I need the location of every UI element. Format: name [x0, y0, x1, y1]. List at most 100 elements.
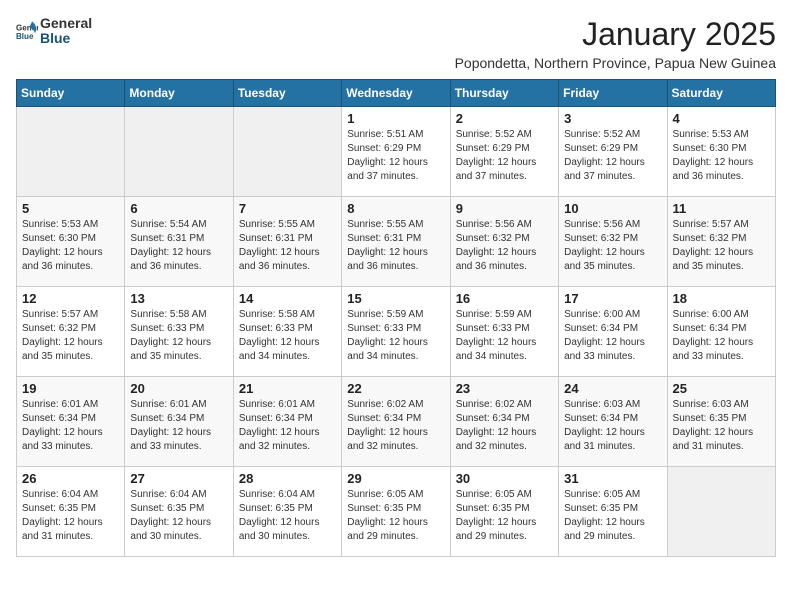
header-sunday: Sunday [17, 80, 125, 107]
day-info-line: and 30 minutes. [239, 530, 336, 544]
day-info-line: Sunset: 6:33 PM [130, 322, 227, 336]
day-info-line: Sunset: 6:32 PM [564, 232, 661, 246]
day-info-line: Daylight: 12 hours [456, 246, 553, 260]
day-info-line: Sunset: 6:33 PM [347, 322, 444, 336]
day-cell: 14Sunrise: 5:58 AMSunset: 6:33 PMDayligh… [233, 287, 341, 377]
day-number: 31 [564, 471, 661, 486]
day-cell [667, 467, 775, 557]
day-number: 28 [239, 471, 336, 486]
day-info-line: Sunrise: 5:54 AM [130, 218, 227, 232]
day-cell: 27Sunrise: 6:04 AMSunset: 6:35 PMDayligh… [125, 467, 233, 557]
day-info-line: and 36 minutes. [673, 170, 770, 184]
day-number: 2 [456, 111, 553, 126]
day-info-line: Sunrise: 5:52 AM [564, 128, 661, 142]
day-cell [233, 107, 341, 197]
day-info-line: Sunset: 6:33 PM [239, 322, 336, 336]
day-number: 17 [564, 291, 661, 306]
day-info-line: Daylight: 12 hours [239, 246, 336, 260]
day-number: 26 [22, 471, 119, 486]
day-info-line: and 33 minutes. [22, 440, 119, 454]
day-cell: 8Sunrise: 5:55 AMSunset: 6:31 PMDaylight… [342, 197, 450, 287]
day-info-line: Daylight: 12 hours [456, 426, 553, 440]
day-info-line: Sunrise: 5:56 AM [456, 218, 553, 232]
day-cell: 31 Sunrise: 6:05 AMSunset: 6:35 PMDayligh… [559, 467, 667, 557]
day-info-line: Daylight: 12 hours [673, 156, 770, 170]
week-row-5: 26Sunrise: 6:04 AMSunset: 6:35 PMDayligh… [17, 467, 776, 557]
day-cell: 15Sunrise: 5:59 AMSunset: 6:33 PMDayligh… [342, 287, 450, 377]
day-cell: 3Sunrise: 5:52 AMSunset: 6:29 PMDaylight… [559, 107, 667, 197]
day-info-line: Daylight: 12 hours [130, 426, 227, 440]
calendar-table: SundayMondayTuesdayWednesdayThursdayFrid… [16, 79, 776, 557]
day-info-line: Sunset: 6:29 PM [564, 142, 661, 156]
day-info-line: Sunrise: 6:05 AM [347, 488, 444, 502]
day-info-line: Daylight: 12 hours [22, 336, 119, 350]
day-cell: 1Sunrise: 5:51 AMSunset: 6:29 PMDaylight… [342, 107, 450, 197]
day-info-line: and 33 minutes. [564, 350, 661, 364]
day-number: 18 [673, 291, 770, 306]
day-number: 3 [564, 111, 661, 126]
day-info-line: Sunset: 6:30 PM [22, 232, 119, 246]
day-number: 22 [347, 381, 444, 396]
day-info-line: and 32 minutes. [347, 440, 444, 454]
day-info-line: Sunrise: 6:05 AM [564, 488, 661, 502]
day-info-line: Daylight: 12 hours [564, 516, 661, 530]
day-info-line: and 36 minutes. [239, 260, 336, 274]
day-cell [17, 107, 125, 197]
day-number: 15 [347, 291, 444, 306]
day-info-line: Sunrise: 5:51 AM [347, 128, 444, 142]
day-info-line: Sunrise: 5:59 AM [347, 308, 444, 322]
week-row-4: 19Sunrise: 6:01 AMSunset: 6:34 PMDayligh… [17, 377, 776, 467]
day-info-line: Daylight: 12 hours [456, 516, 553, 530]
day-info-line: Daylight: 12 hours [22, 246, 119, 260]
day-cell: 28Sunrise: 6:04 AMSunset: 6:35 PMDayligh… [233, 467, 341, 557]
day-number: 24 [564, 381, 661, 396]
day-info-line: Sunrise: 6:00 AM [564, 308, 661, 322]
day-number: 9 [456, 201, 553, 216]
day-number: 14 [239, 291, 336, 306]
day-info-line: Sunset: 6:32 PM [673, 232, 770, 246]
day-number: 30 [456, 471, 553, 486]
day-info-line: Sunset: 6:35 PM [130, 502, 227, 516]
day-info-line: Sunset: 6:35 PM [347, 502, 444, 516]
header-wednesday: Wednesday [342, 80, 450, 107]
day-info-line: Daylight: 12 hours [130, 246, 227, 260]
day-info-line: and 35 minutes. [564, 260, 661, 274]
day-info-line: Daylight: 12 hours [22, 426, 119, 440]
day-number: 21 [239, 381, 336, 396]
week-row-1: 1Sunrise: 5:51 AMSunset: 6:29 PMDaylight… [17, 107, 776, 197]
title-block: January 2025 Popondetta, Northern Provin… [455, 16, 776, 71]
day-info-line: Sunrise: 5:56 AM [564, 218, 661, 232]
day-info-line: Sunrise: 6:04 AM [239, 488, 336, 502]
calendar-header-row: SundayMondayTuesdayWednesdayThursdayFrid… [17, 80, 776, 107]
day-number: 5 [22, 201, 119, 216]
day-cell: 20Sunrise: 6:01 AMSunset: 6:34 PMDayligh… [125, 377, 233, 467]
day-info-line: and 31 minutes. [673, 440, 770, 454]
day-info-line: Sunrise: 5:59 AM [456, 308, 553, 322]
day-info-line: Sunrise: 6:01 AM [22, 398, 119, 412]
day-info-line: Sunset: 6:35 PM [564, 502, 661, 516]
header-friday: Friday [559, 80, 667, 107]
day-info-line: Sunrise: 6:04 AM [22, 488, 119, 502]
day-info-line: and 37 minutes. [347, 170, 444, 184]
day-info-line: and 36 minutes. [130, 260, 227, 274]
day-cell: 2Sunrise: 5:52 AMSunset: 6:29 PMDaylight… [450, 107, 558, 197]
day-cell: 22Sunrise: 6:02 AMSunset: 6:34 PMDayligh… [342, 377, 450, 467]
week-row-2: 5Sunrise: 5:53 AMSunset: 6:30 PMDaylight… [17, 197, 776, 287]
day-info-line: Sunset: 6:31 PM [347, 232, 444, 246]
day-info-line: Sunrise: 5:57 AM [673, 218, 770, 232]
day-number: 20 [130, 381, 227, 396]
day-info-line: and 31 minutes. [564, 440, 661, 454]
header-tuesday: Tuesday [233, 80, 341, 107]
day-number: 13 [130, 291, 227, 306]
day-info-line: Sunrise: 5:58 AM [239, 308, 336, 322]
day-info-line: Daylight: 12 hours [564, 426, 661, 440]
day-info-line: and 31 minutes. [22, 530, 119, 544]
day-info-line: and 29 minutes. [347, 530, 444, 544]
header-monday: Monday [125, 80, 233, 107]
day-info-line: Daylight: 12 hours [347, 246, 444, 260]
day-info-line: and 35 minutes. [22, 350, 119, 364]
logo-blue: Blue [40, 31, 92, 46]
day-info-line: Daylight: 12 hours [456, 336, 553, 350]
day-info-line: and 34 minutes. [347, 350, 444, 364]
day-info-line: and 33 minutes. [130, 440, 227, 454]
